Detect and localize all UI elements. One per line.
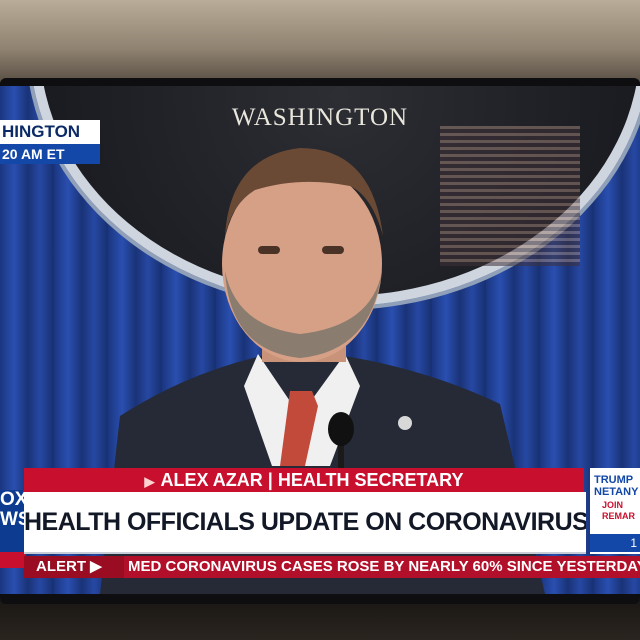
news-lower-third: OX WS ▶ ALEX AZAR | HEALTH SECRETARY HEAL…	[0, 464, 640, 594]
microphone-head	[328, 412, 354, 446]
side-number: 1	[590, 534, 640, 552]
left-eye	[258, 246, 280, 254]
news-ticker: ALERT ▶ MED CORONAVIRUS CASES ROSE BY NE…	[24, 556, 640, 578]
logo-line-2: WS	[0, 509, 26, 530]
side-line-1: TRUMP	[594, 474, 634, 486]
side-line-2: NETANY	[594, 486, 639, 498]
location-bug: HINGTON 20 AM ET	[0, 120, 100, 166]
play-arrow-icon: ▶	[144, 474, 155, 489]
side-line-3: JOIN	[602, 500, 624, 510]
location-city: HINGTON	[0, 120, 100, 144]
side-line-4: REMAR	[602, 511, 635, 521]
headline-text: HEALTH OFFICIALS UPDATE ON CORONAVIRUS I…	[24, 508, 586, 536]
ticker-text: MED CORONAVIRUS CASES ROSE BY NEARLY 60%…	[128, 558, 640, 575]
back-wall	[0, 0, 640, 82]
logo-tag	[0, 552, 26, 568]
side-story-panel: TRUMP NETANY JOIN REMAR 1	[590, 468, 640, 554]
ticker-alert-label: ALERT ▶	[24, 556, 124, 578]
floor	[0, 600, 640, 640]
tv-screen: WASHINGTON HINGTON 20 AM ET OX WS ▶ ALEX …	[0, 86, 640, 594]
lapel-pin	[398, 416, 412, 430]
right-eye	[322, 246, 344, 254]
speaker-name-bar: ▶ ALEX AZAR | HEALTH SECRETARY	[24, 468, 584, 492]
location-time: 20 AM ET	[0, 144, 100, 164]
headline-box: HEALTH OFFICIALS UPDATE ON CORONAVIRUS I…	[24, 492, 586, 554]
logo-line-1: OX	[0, 490, 26, 510]
speaker-name: ALEX AZAR | HEALTH SECRETARY	[160, 470, 464, 490]
network-logo: OX WS	[0, 490, 26, 552]
